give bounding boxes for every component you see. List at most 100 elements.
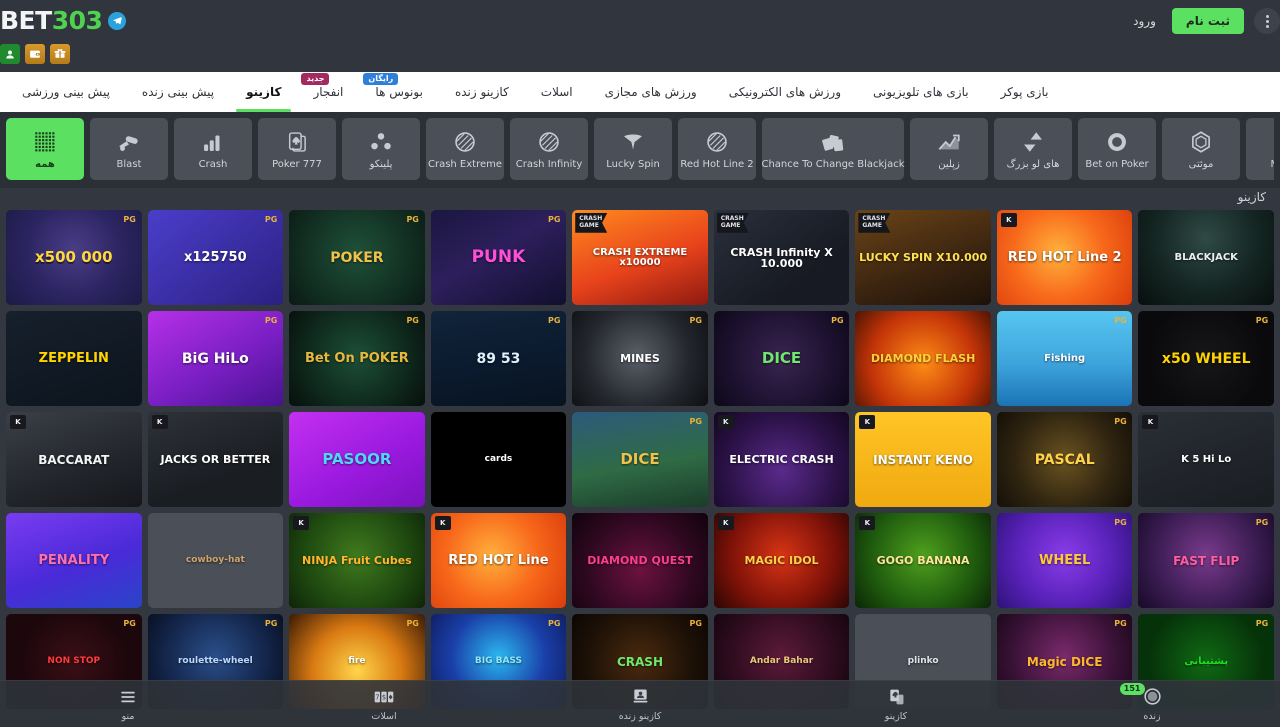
category-label: Lucky Spin — [606, 159, 660, 170]
login-button[interactable]: ورود — [1127, 8, 1162, 34]
game-tile[interactable]: PGx500 000 — [6, 210, 142, 305]
game-tile[interactable]: DIAMOND FLASH — [855, 311, 991, 406]
category-mines[interactable]: Mines — [1246, 118, 1274, 180]
nav-tab-2[interactable]: کازینو — [230, 72, 297, 112]
nav-tab-4[interactable]: بونوس هارایگان — [359, 72, 439, 112]
category-موئتی[interactable]: موئتی — [1162, 118, 1240, 180]
nav-tab-5[interactable]: کازینو زنده — [439, 72, 525, 112]
game-tile[interactable]: KELECTRIC CRASH — [714, 412, 850, 507]
bottom-nav-label: منو — [122, 711, 135, 722]
game-tile[interactable]: PGx125750 — [148, 210, 284, 305]
nav-tab-8[interactable]: ورزش های الکترونیکی — [713, 72, 857, 112]
game-tile[interactable]: PGBet On POKER — [289, 311, 425, 406]
game-tile[interactable]: KK 5 Hi Lo — [1138, 412, 1274, 507]
category-blast[interactable]: Blast — [90, 118, 168, 180]
game-tile-title: ELECTRIC CRASH — [727, 452, 835, 467]
game-tile-title: INSTANT KENO — [871, 452, 975, 468]
game-tile[interactable]: KBACCARAT — [6, 412, 142, 507]
nav-tab-label: اسلات — [541, 85, 573, 99]
game-tile-title: x50 WHEEL — [1160, 350, 1253, 368]
game-tile[interactable]: BLACKJACK — [1138, 210, 1274, 305]
bottom-nav-item-0[interactable]: منو — [0, 681, 256, 727]
game-tile-title: JACKS OR BETTER — [158, 452, 272, 467]
category-chance-to-change-blackjack[interactable]: Chance To Change Blackjack — [762, 118, 904, 180]
category-crash-extreme[interactable]: Crash Extreme — [426, 118, 504, 180]
category-bet-on-poker[interactable]: Bet on Poker — [1078, 118, 1156, 180]
category-crash[interactable]: Crash — [174, 118, 252, 180]
game-tile-title: PASOOR — [320, 450, 393, 469]
telegram-icon[interactable] — [108, 12, 126, 30]
game-tile[interactable]: KJACKS OR BETTER — [148, 412, 284, 507]
kebab-menu-icon[interactable] — [1254, 8, 1280, 34]
game-tile[interactable]: CRASHGAMELUCKY SPIN X10.000 — [855, 210, 991, 305]
register-button[interactable]: ثبت نام — [1172, 8, 1244, 34]
category-های-لو-بزرگ[interactable]: های لو بزرگ — [994, 118, 1072, 180]
hilo-arrows-icon — [1020, 128, 1046, 156]
game-tile[interactable]: PGBiG HiLo — [148, 311, 284, 406]
game-tile[interactable]: PENALITY — [6, 513, 142, 608]
game-tile[interactable]: KRED HOT Line 2 — [997, 210, 1133, 305]
game-tile[interactable]: PGPOKER — [289, 210, 425, 305]
category-crash-infinity[interactable]: Crash Infinity — [510, 118, 588, 180]
game-tile[interactable]: CRASHGAMECRASH EXTREME x10000 — [572, 210, 708, 305]
game-tile[interactable]: cowboy-hat — [148, 513, 284, 608]
game-tile[interactable]: PGFishing — [997, 311, 1133, 406]
game-tile[interactable]: PGWHEEL — [997, 513, 1133, 608]
nav-tab-badge: جدید — [301, 73, 329, 85]
provider-pg-icon: PG — [688, 415, 704, 429]
game-tile-title: BACCARAT — [36, 452, 111, 468]
bottom-nav-item-1[interactable]: 7$♦اسلات — [256, 681, 512, 727]
gift-icon[interactable] — [50, 44, 70, 64]
hex-stack-icon — [1188, 128, 1214, 156]
category-زپلین[interactable]: زپلین — [910, 118, 988, 180]
game-tile[interactable]: PGx50 WHEEL — [1138, 311, 1274, 406]
provider-pg-icon: PG — [1112, 415, 1128, 429]
game-tile-title: x125750 — [182, 249, 249, 266]
nav-tab-6[interactable]: اسلات — [525, 72, 589, 112]
nav-tab-1[interactable]: پیش بینی زنده — [126, 72, 230, 112]
game-tile[interactable]: PGFAST FLIP — [1138, 513, 1274, 608]
game-tile-title: LUCKY SPIN X10.000 — [857, 250, 989, 265]
game-tile[interactable]: PGPUNK — [431, 210, 567, 305]
game-tile[interactable]: PGDICE — [714, 311, 850, 406]
nav-tab-9[interactable]: بازی های تلویزیونی — [857, 72, 985, 112]
nav-tab-3[interactable]: انفجارجدید — [297, 72, 359, 112]
game-tile[interactable]: ZEPPELIN — [6, 311, 142, 406]
game-tile[interactable]: KINSTANT KENO — [855, 412, 991, 507]
game-tile[interactable]: PASOOR — [289, 412, 425, 507]
nav-tab-7[interactable]: ورزش های مجازی — [589, 72, 713, 112]
brand-logo[interactable]: BET303 — [0, 6, 126, 35]
category-label: Red Hot Line 2 — [680, 159, 753, 170]
game-tile-title: BiG HiLo — [180, 350, 251, 368]
game-tile[interactable]: KMAGIC IDOL — [714, 513, 850, 608]
game-tile-title: BLACKJACK — [1173, 251, 1240, 265]
game-tile[interactable]: PG89 53 — [431, 311, 567, 406]
bottom-nav-item-3[interactable]: کازینو — [768, 681, 1024, 727]
game-tile-title: plinko — [906, 655, 941, 668]
category-lucky-spin[interactable]: Lucky Spin — [594, 118, 672, 180]
game-tile[interactable]: PGDICE — [572, 412, 708, 507]
bottom-nav-item-2[interactable]: کازینو زنده — [512, 681, 768, 727]
category-همه[interactable]: همه — [6, 118, 84, 180]
provider-pg-icon: PG — [122, 617, 138, 631]
category-poker-777[interactable]: Poker 777 — [258, 118, 336, 180]
game-tile[interactable]: CRASHGAMECRASH Infinity X 10.000 — [714, 210, 850, 305]
game-tile[interactable]: DIAMOND QUEST — [572, 513, 708, 608]
game-tile[interactable]: cards — [431, 412, 567, 507]
support-headset-icon[interactable] — [0, 44, 20, 64]
game-tile[interactable]: KNINJA Fruit Cubes — [289, 513, 425, 608]
nav-tab-label: پیش بینی ورزشی — [22, 85, 110, 99]
game-tile[interactable]: PGPASCAL — [997, 412, 1133, 507]
nav-tab-10[interactable]: بازی پوکر — [985, 72, 1065, 112]
game-tile[interactable]: PGMINES — [572, 311, 708, 406]
nav-tab-0[interactable]: پیش بینی ورزشی — [6, 72, 126, 112]
game-tile[interactable]: KGOGO BANANA — [855, 513, 991, 608]
bottom-nav-item-4[interactable]: 151زنده — [1024, 681, 1280, 727]
nav-tab-badge: رایگان — [363, 73, 398, 85]
bottom-nav-label: زنده — [1143, 711, 1160, 722]
wallet-icon[interactable] — [25, 44, 45, 64]
category-پلینکو[interactable]: پلینکو — [342, 118, 420, 180]
category-label: موئتی — [1189, 159, 1214, 170]
category-red-hot-line-2[interactable]: Red Hot Line 2 — [678, 118, 756, 180]
game-tile[interactable]: KRED HOT Line — [431, 513, 567, 608]
